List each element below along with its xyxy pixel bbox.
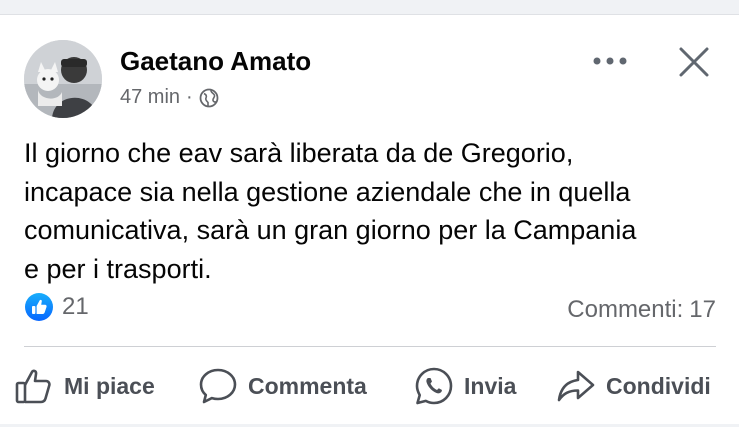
post-time[interactable]: 47 min — [120, 86, 180, 109]
avatar-photo — [24, 40, 102, 118]
close-icon — [679, 47, 709, 77]
whatsapp-icon — [415, 367, 453, 405]
comment-bubble-icon — [199, 368, 237, 404]
top-divider — [0, 0, 739, 15]
post-header: Gaetano Amato 47 min · — [24, 40, 724, 120]
globe-icon — [199, 88, 219, 108]
author-name[interactable]: Gaetano Amato — [120, 46, 311, 77]
post-actions: Mi piace Commenta Invia Condividi — [0, 358, 739, 414]
thumbs-up-icon — [15, 369, 51, 404]
stats-divider — [24, 346, 716, 347]
share-label: Condividi — [606, 372, 711, 399]
share-arrow-icon — [557, 370, 595, 402]
comments-label: Commenti: — [567, 296, 684, 323]
like-label: Mi piace — [64, 372, 155, 399]
more-options-button[interactable] — [590, 46, 630, 76]
whatsapp-send-label: Invia — [464, 372, 517, 399]
post-stats: 21 Commenti: 17 — [24, 292, 716, 328]
meta-separator: · — [186, 86, 193, 108]
post-text: Il giorno che eav sarà liberata da de Gr… — [24, 138, 637, 284]
reactions-summary[interactable]: 21 — [24, 292, 89, 322]
like-reaction-icon — [24, 292, 54, 322]
comment-label: Commenta — [248, 372, 367, 399]
comment-button[interactable]: Commenta — [198, 358, 367, 414]
share-button[interactable]: Condividi — [556, 358, 711, 414]
close-button[interactable] — [676, 44, 712, 80]
reaction-count: 21 — [62, 293, 89, 320]
comments-number: 17 — [689, 296, 716, 323]
more-dots-icon — [593, 57, 627, 65]
post-card: Gaetano Amato 47 min · Il giorno che eav… — [0, 0, 739, 427]
whatsapp-send-button[interactable]: Invia — [414, 358, 516, 414]
avatar[interactable] — [24, 40, 102, 118]
post-meta: 47 min · — [120, 86, 219, 109]
comments-count[interactable]: Commenti: 17 — [567, 296, 716, 324]
like-button[interactable]: Mi piace — [14, 358, 155, 414]
